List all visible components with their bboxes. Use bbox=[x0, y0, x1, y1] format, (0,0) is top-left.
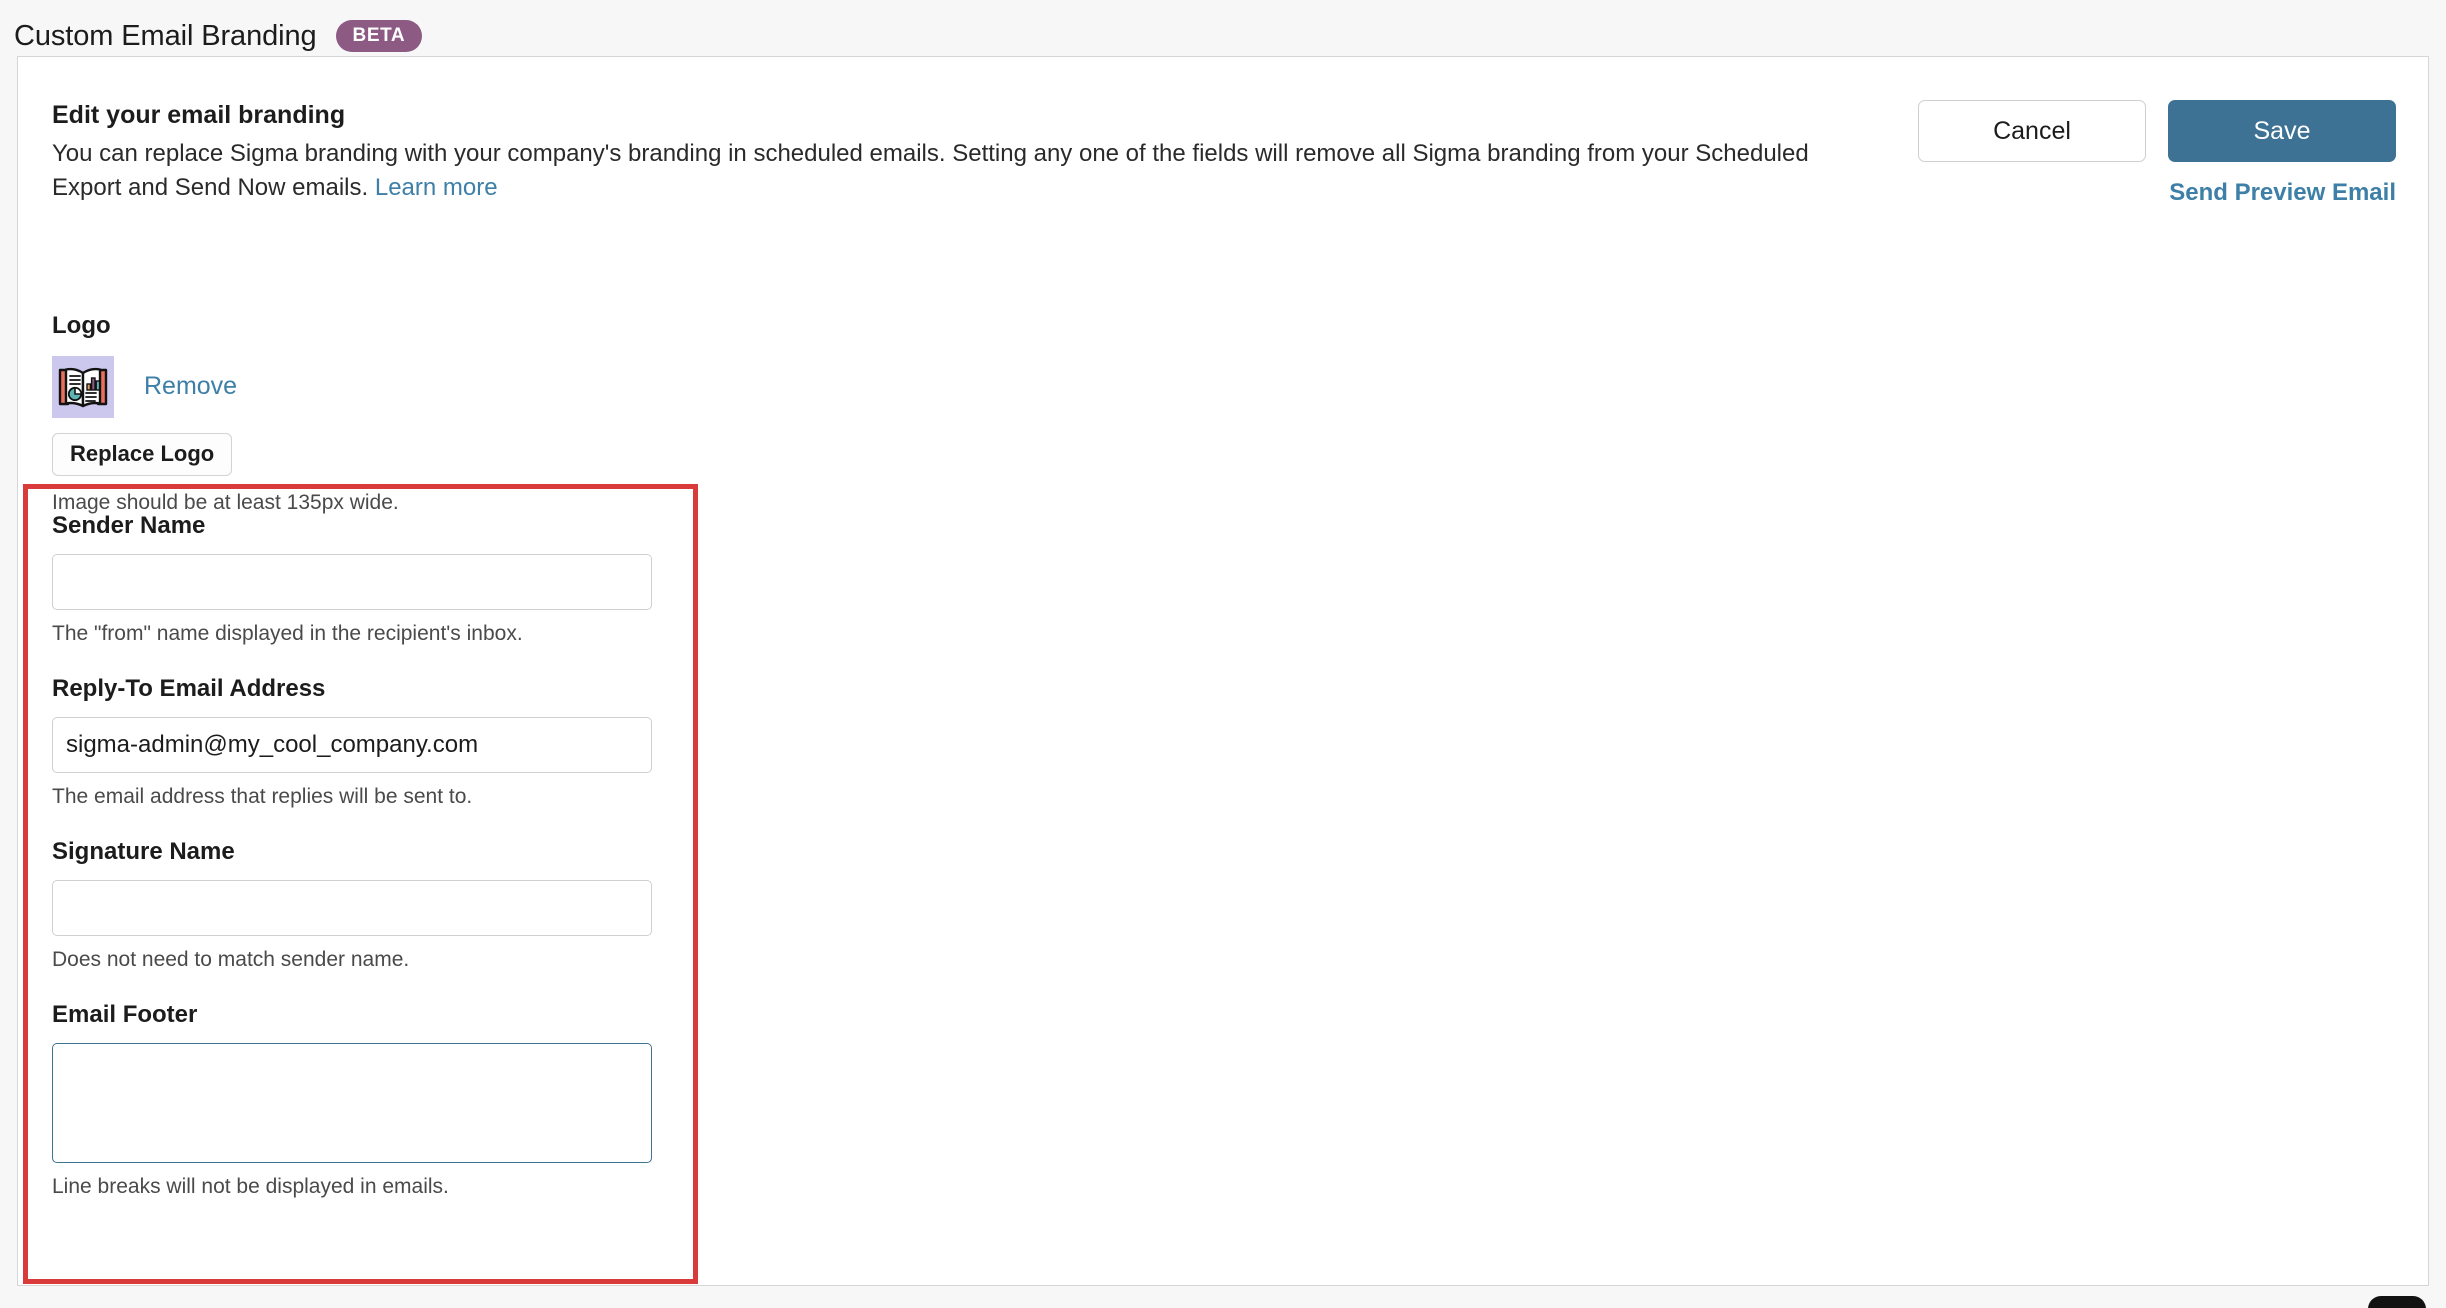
remove-logo-link[interactable]: Remove bbox=[144, 372, 237, 401]
signature-name-hint: Does not need to match sender name. bbox=[52, 947, 410, 971]
send-preview-email-link[interactable]: Send Preview Email bbox=[2169, 179, 2396, 207]
bottom-overlay-pill bbox=[2368, 1296, 2426, 1308]
page-root: Custom Email Branding BETA Edit your ema… bbox=[0, 0, 2446, 1308]
beta-badge: BETA bbox=[335, 20, 423, 52]
save-button[interactable]: Save bbox=[2168, 100, 2396, 162]
replace-logo-button[interactable]: Replace Logo bbox=[52, 432, 233, 476]
reply-to-email-label: Reply-To Email Address bbox=[52, 674, 326, 702]
actions-row: Cancel Save bbox=[1918, 100, 2396, 162]
learn-more-link[interactable]: Learn more bbox=[375, 174, 498, 201]
field-group-reply-to-email: Reply-To Email Address The email address… bbox=[52, 675, 652, 809]
email-footer-hint: Line breaks will not be displayed in ema… bbox=[52, 1174, 449, 1198]
cancel-button[interactable]: Cancel bbox=[1918, 100, 2146, 162]
logo-thumbnail bbox=[52, 355, 114, 418]
field-group-sender-name: Sender Name The "from" name displayed in… bbox=[52, 512, 652, 646]
email-footer-label: Email Footer bbox=[52, 1000, 198, 1028]
reply-to-email-hint: The email address that replies will be s… bbox=[52, 784, 473, 808]
logo-row: Remove bbox=[52, 355, 399, 418]
sender-name-hint: The "from" name displayed in the recipie… bbox=[52, 621, 523, 645]
signature-name-input[interactable] bbox=[52, 879, 652, 936]
intro-description-text: You can replace Sigma branding with your… bbox=[52, 140, 1809, 202]
sender-name-input[interactable] bbox=[52, 553, 652, 610]
branding-fields: Sender Name The "from" name displayed in… bbox=[52, 512, 652, 1199]
email-footer-textarea[interactable] bbox=[52, 1042, 652, 1163]
page-title: Custom Email Branding bbox=[14, 19, 317, 52]
open-book-chart-icon bbox=[58, 367, 108, 407]
sender-name-label: Sender Name bbox=[52, 512, 206, 539]
settings-card: Edit your email branding You can replace… bbox=[17, 56, 2429, 1286]
field-group-signature-name: Signature Name Does not need to match se… bbox=[52, 838, 652, 972]
actions-block: Cancel Save Send Preview Email bbox=[1918, 100, 2396, 207]
field-group-email-footer: Email Footer Line breaks will not be dis… bbox=[52, 1001, 652, 1199]
reply-to-email-input[interactable] bbox=[52, 716, 652, 773]
logo-section-label: Logo bbox=[52, 312, 111, 339]
intro-block: Edit your email branding You can replace… bbox=[52, 100, 1872, 205]
signature-name-label: Signature Name bbox=[52, 837, 235, 865]
intro-title: Edit your email branding bbox=[52, 101, 346, 129]
intro-description: You can replace Sigma branding with your… bbox=[52, 137, 1852, 205]
